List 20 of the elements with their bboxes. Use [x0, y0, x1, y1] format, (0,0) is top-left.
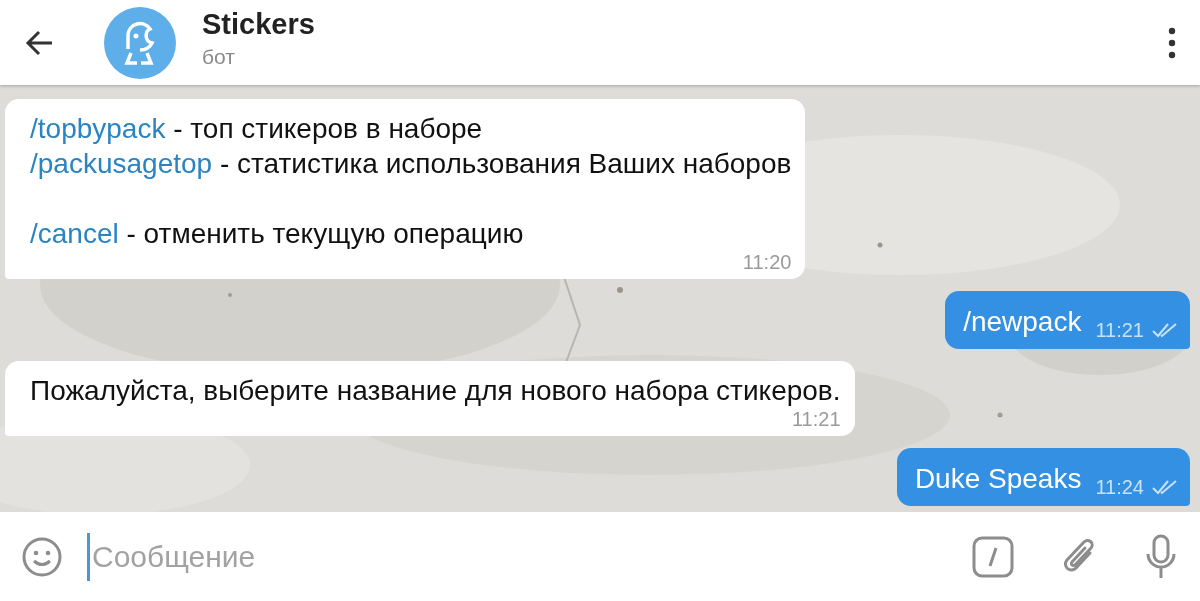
message-text: /newpack	[963, 305, 1082, 339]
message-time: 11:20	[741, 251, 792, 273]
command-link[interactable]: /cancel	[30, 218, 119, 249]
message-text: /packusagetop - статистика использования Ваших наборов	[30, 147, 792, 181]
menu-icon[interactable]	[1166, 25, 1178, 60]
emoji-icon[interactable]	[21, 535, 63, 578]
command-icon[interactable]	[972, 535, 1014, 578]
message-text: /topbypack - топ стикеров в наборе	[30, 112, 484, 146]
message-time: 11:24	[1095, 476, 1144, 498]
message-text: Пожалуйста, выберите название для нового набора стикеров.	[30, 374, 841, 408]
chat-title: Stickers	[202, 7, 316, 40]
message-text: /cancel - отменить текущую операцию	[30, 217, 525, 251]
message-text: Duke Speaks	[914, 462, 1082, 496]
chat-subtitle: бот	[202, 43, 236, 70]
command-link[interactable]: /packusagetop	[30, 148, 213, 179]
message-time: 11:21	[1095, 319, 1144, 341]
command-link[interactable]: /topbypack	[30, 113, 166, 144]
message-time: 11:21	[790, 408, 841, 430]
message-input-field[interactable]: Сообщение	[87, 532, 972, 581]
microphone-icon[interactable]	[1146, 533, 1176, 580]
